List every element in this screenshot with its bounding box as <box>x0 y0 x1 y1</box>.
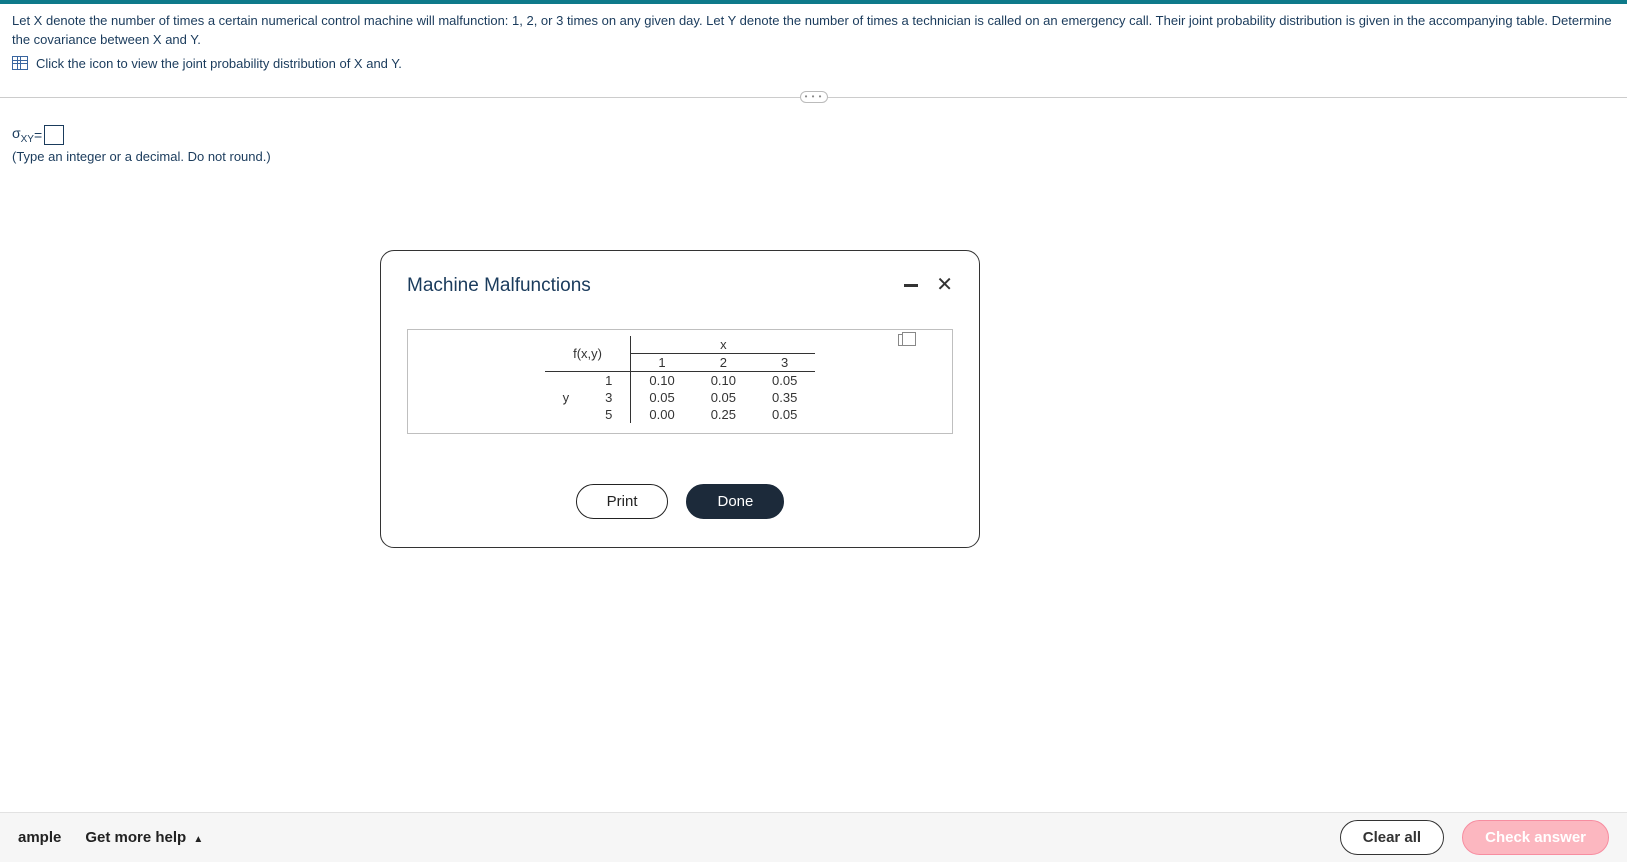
table-icon <box>12 56 28 70</box>
distribution-modal: Machine Malfunctions ✕ f(x,y) x 1 2 3 y … <box>380 250 980 548</box>
example-link[interactable]: ample <box>18 829 61 846</box>
answer-hint: (Type an integer or a decimal. Do not ro… <box>12 149 1615 164</box>
fxy-cell: f(x,y) <box>545 336 631 372</box>
y-header: y <box>545 372 588 424</box>
data-cell: 0.10 <box>693 372 754 390</box>
question-text: Let X denote the number of times a certa… <box>12 12 1615 50</box>
divider-handle[interactable]: • • • <box>800 91 828 103</box>
caret-up-icon: ▲ <box>193 834 203 845</box>
table-container: f(x,y) x 1 2 3 y 1 0.10 0.10 0.05 3 0.05… <box>407 329 953 434</box>
section-divider: • • • <box>0 87 1627 107</box>
data-cell: 0.10 <box>631 372 693 390</box>
more-help-label: Get more help <box>85 829 186 846</box>
modal-controls: ✕ <box>904 275 953 295</box>
footer-bar: ample Get more help ▲ Clear all Check an… <box>0 812 1627 862</box>
data-cell: 0.35 <box>754 389 815 406</box>
data-cell: 0.00 <box>631 406 693 423</box>
data-cell: 0.05 <box>631 389 693 406</box>
print-button[interactable]: Print <box>576 484 669 519</box>
copy-icon[interactable] <box>898 334 910 346</box>
view-table-link[interactable]: Click the icon to view the joint probabi… <box>12 56 1615 71</box>
y-val: 3 <box>587 389 631 406</box>
y-val: 1 <box>587 372 631 390</box>
footer-left: ample Get more help ▲ <box>18 829 203 846</box>
x-val: 3 <box>754 354 815 372</box>
done-button[interactable]: Done <box>686 484 784 519</box>
more-help-link[interactable]: Get more help ▲ <box>85 829 203 846</box>
modal-header: Machine Malfunctions ✕ <box>407 275 953 297</box>
data-cell: 0.05 <box>754 406 815 423</box>
modal-title: Machine Malfunctions <box>407 275 591 297</box>
check-answer-button[interactable]: Check answer <box>1462 820 1609 855</box>
x-header: x <box>631 336 815 354</box>
answer-row: σXY = <box>12 125 1615 145</box>
question-area: Let X denote the number of times a certa… <box>0 4 1627 81</box>
x-val: 2 <box>693 354 754 372</box>
covariance-input[interactable] <box>44 125 64 145</box>
sigma-symbol: σXY <box>12 125 34 145</box>
close-icon[interactable]: ✕ <box>936 275 953 295</box>
y-val: 5 <box>587 406 631 423</box>
table-row: f(x,y) x <box>545 336 816 354</box>
footer-right: Clear all Check answer <box>1340 820 1609 855</box>
equals-sign: = <box>34 127 42 143</box>
x-val: 1 <box>631 354 693 372</box>
joint-distribution-table: f(x,y) x 1 2 3 y 1 0.10 0.10 0.05 3 0.05… <box>545 336 816 423</box>
view-table-link-text: Click the icon to view the joint probabi… <box>36 56 402 71</box>
data-cell: 0.25 <box>693 406 754 423</box>
clear-all-button[interactable]: Clear all <box>1340 820 1444 855</box>
table-row: y 1 0.10 0.10 0.05 <box>545 372 816 390</box>
data-cell: 0.05 <box>693 389 754 406</box>
modal-button-row: Print Done <box>407 484 953 519</box>
minimize-icon[interactable] <box>904 284 918 287</box>
data-cell: 0.05 <box>754 372 815 390</box>
answer-area: σXY = (Type an integer or a decimal. Do … <box>0 107 1627 182</box>
